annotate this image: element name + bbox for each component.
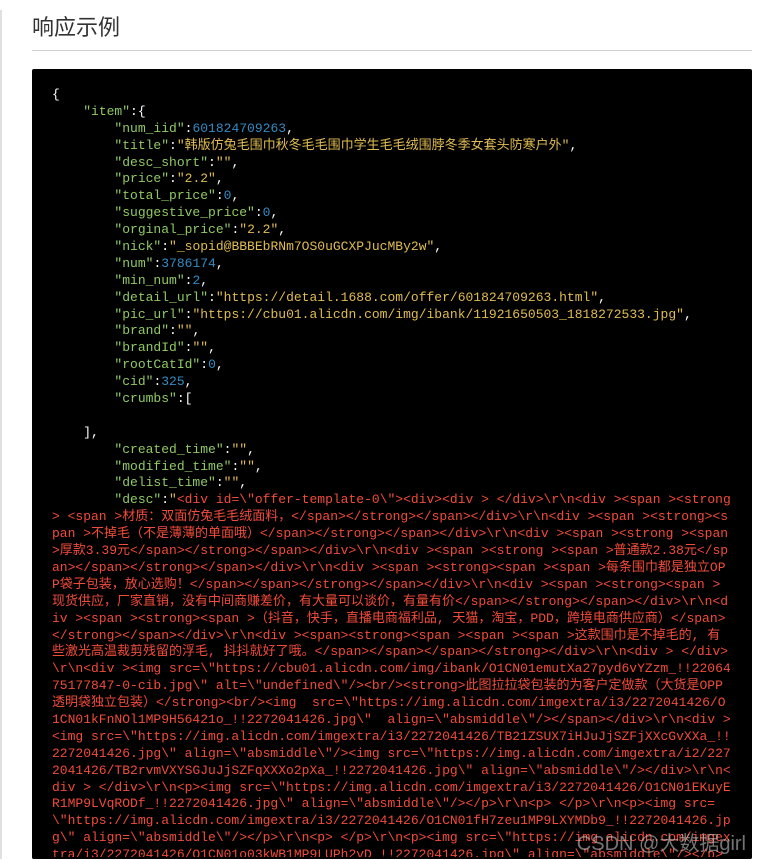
str: "韩版仿兔毛围巾秋冬毛毛围巾学生毛毛绒围脖冬季女套头防寒户外" [177, 138, 570, 153]
response-code-block: { "item":{ "num_iid":601824709263, "titl… [32, 69, 752, 859]
num: 3786174 [161, 256, 216, 271]
key: "title" [114, 138, 169, 153]
str: "2.2" [239, 222, 278, 237]
key: "crumbs" [114, 391, 176, 406]
str: "" [192, 340, 208, 355]
key: "cid" [114, 374, 153, 389]
key: "modified_time" [114, 459, 231, 474]
str: "https://detail.1688.com/offer/601824709… [216, 290, 598, 305]
num: 0 [208, 357, 216, 372]
section-heading: 响应示例 [32, 10, 752, 42]
key: "min_num" [114, 273, 184, 288]
quote-open: " [169, 492, 177, 507]
key: "desc" [114, 492, 161, 507]
str: "2.2" [177, 171, 216, 186]
num: 325 [161, 374, 184, 389]
key: "total_price" [114, 188, 215, 203]
key: "suggestive_price" [114, 205, 254, 220]
str: "" [231, 442, 247, 457]
key: "desc_short" [114, 155, 208, 170]
key: "detail_url" [114, 290, 208, 305]
key: "num_iid" [114, 121, 184, 136]
str: "https://cbu01.alicdn.com/img/ibank/1192… [192, 307, 683, 322]
key: "item" [83, 104, 130, 119]
brace: { [52, 87, 60, 102]
desc-html: <div id=\"offer-template-0\"><div><div >… [52, 492, 736, 859]
str: "" [177, 323, 193, 338]
close-bracket: ], [83, 425, 99, 440]
key: "price" [114, 171, 169, 186]
key: "pic_url" [114, 307, 184, 322]
str: "" [239, 459, 255, 474]
key: "delist_time" [114, 475, 215, 490]
key: "orginal_price" [114, 222, 231, 237]
num: 601824709263 [192, 121, 286, 136]
str: "" [224, 475, 240, 490]
p: :[ [177, 391, 193, 406]
key: "created_time" [114, 442, 223, 457]
heading-divider [32, 50, 752, 51]
str: "" [216, 155, 232, 170]
key: "num" [114, 256, 153, 271]
colon-brace: :{ [130, 104, 146, 119]
key: "brand" [114, 323, 169, 338]
key: "rootCatId" [114, 357, 200, 372]
key: "nick" [114, 239, 161, 254]
str: "_sopid@BBBEbRNm7OS0uGCXPJucMBy2w" [169, 239, 434, 254]
key: "brandId" [114, 340, 184, 355]
